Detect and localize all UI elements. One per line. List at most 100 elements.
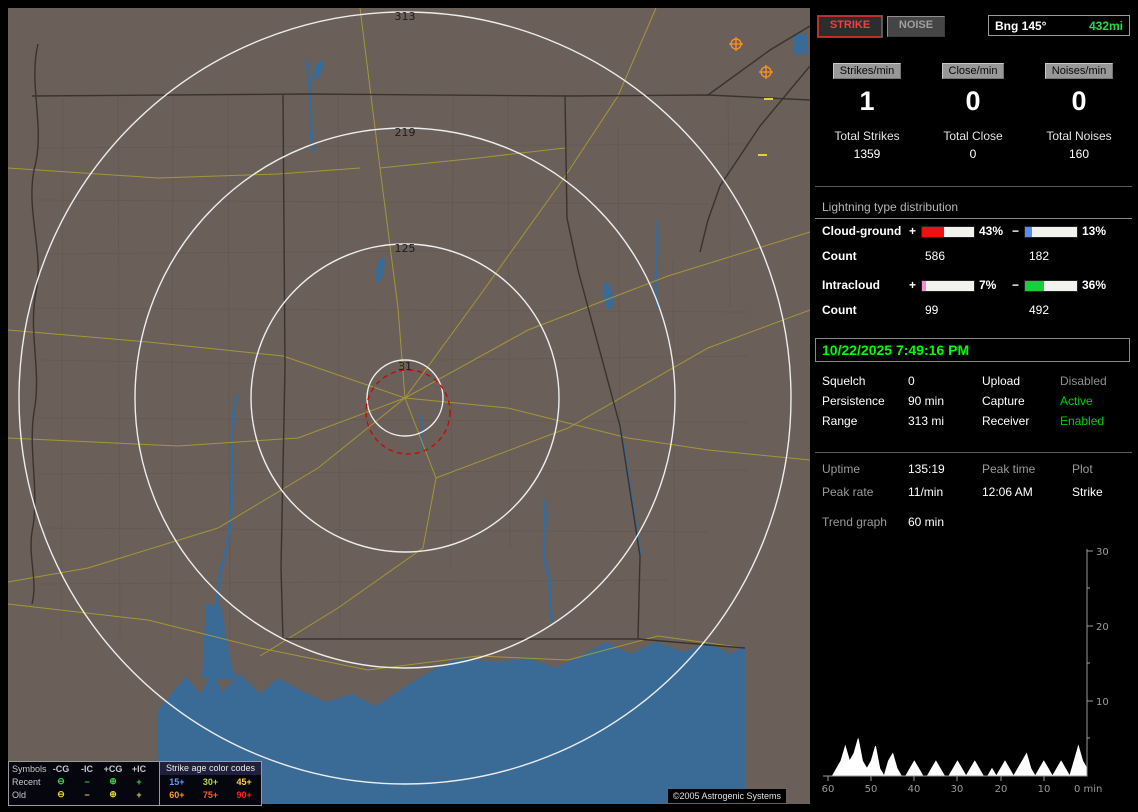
peak-rate-value: 11/min [908, 485, 943, 499]
upload-status: Disabled [1060, 374, 1107, 388]
recent-label: Recent [12, 777, 48, 787]
cg-minus-bar [1024, 226, 1078, 238]
age-15: 15+ [169, 777, 184, 787]
range-value: 313 mi [908, 414, 944, 428]
svg-text:20: 20 [995, 784, 1008, 795]
strike-mode-button[interactable]: STRIKE [818, 16, 882, 37]
ic-minus-count: 492 [1029, 303, 1049, 317]
section-divider [815, 186, 1132, 187]
ic-plus-count: 99 [925, 303, 938, 317]
ring-label-313: 313 [395, 10, 416, 23]
ic-plus-pct: 7% [979, 278, 996, 292]
recent-pos-ic-icon: + [126, 777, 152, 787]
strikes-per-min-value: 1 [815, 86, 919, 117]
map-legend: Symbols -CG -IC +CG +IC Recent ⊖ − ⊕ + O… [8, 761, 262, 806]
receiver-status: Enabled [1060, 414, 1104, 428]
old-pos-cg-icon: ⊕ [100, 789, 126, 800]
strikes-per-min-badge-col: Strikes/min [815, 63, 919, 79]
total-strikes-value: 1359 [815, 147, 919, 161]
total-close-label: Total Close [921, 129, 1025, 143]
strikes-per-min-badge[interactable]: Strikes/min [833, 63, 901, 79]
bearing-readout: Bng 145° 432mi [988, 15, 1130, 36]
section-divider [815, 452, 1132, 453]
cg-plus-pct: 43% [979, 224, 1003, 238]
recent-symbols-row: Recent ⊖ − ⊕ + [9, 775, 159, 788]
recent-neg-ic-icon: − [74, 777, 100, 787]
cg-minus-bar-fill [1025, 227, 1032, 237]
col-neg-cg: -CG [48, 764, 74, 774]
total-noises-value: 160 [1027, 147, 1131, 161]
svg-text:30: 30 [1096, 547, 1109, 558]
old-symbols-row: Old ⊖ − ⊕ + [9, 788, 159, 801]
upload-label: Upload [982, 374, 1020, 388]
trend-area-series [828, 739, 1087, 777]
chart-axes [823, 549, 1093, 781]
bearing-distance: 432mi [1089, 19, 1123, 33]
peak-rate-label: Peak rate [822, 485, 873, 499]
plot-label: Plot [1072, 462, 1093, 476]
ic-plus-bar [921, 280, 975, 292]
persistence-value: 90 min [908, 394, 944, 408]
status-panel: STRIKE NOISE Bng 145° 432mi Strikes/min … [815, 8, 1132, 804]
cloud-ground-label: Cloud-ground [822, 224, 901, 238]
symbols-header-row: Symbols -CG -IC +CG +IC [9, 762, 159, 775]
cg-plus-count: 586 [925, 249, 945, 263]
cg-minus-sign: − [1012, 224, 1019, 238]
receiver-label: Receiver [982, 414, 1029, 428]
ring-label-219: 219 [395, 126, 416, 139]
recent-ages-row: 15+ 30+ 45+ [160, 775, 261, 788]
chart-y-tick-labels: 30 20 10 [1096, 547, 1109, 708]
distribution-title: Lightning type distribution [815, 200, 1132, 219]
map-area[interactable]: 313 219 125 31 Symbols [8, 8, 810, 804]
age-color-legend: Strike age color codes 15+ 30+ 45+ 60+ 7… [159, 762, 261, 805]
svg-text:10: 10 [1038, 784, 1051, 795]
ic-minus-sign: − [1012, 278, 1019, 292]
age-60: 60+ [169, 790, 184, 800]
svg-text:30: 30 [951, 784, 964, 795]
age-75: 75+ [203, 790, 218, 800]
symbols-title: Symbols [12, 764, 48, 774]
symbols-legend: Symbols -CG -IC +CG +IC Recent ⊖ − ⊕ + O… [9, 762, 159, 805]
peak-time-label: Peak time [982, 462, 1035, 476]
col-pos-cg: +CG [100, 764, 126, 774]
old-pos-ic-icon: + [126, 790, 152, 800]
ic-count-label: Count [822, 303, 857, 317]
total-noises-label: Total Noises [1027, 129, 1131, 143]
col-neg-ic: -IC [74, 764, 100, 774]
trend-chart: 30 20 10 60 50 40 30 20 10 0 min [815, 536, 1132, 804]
persistence-label: Persistence [822, 394, 885, 408]
squelch-value: 0 [908, 374, 915, 388]
map-canvas[interactable]: 313 219 125 31 [8, 8, 810, 804]
age-30: 30+ [203, 777, 218, 787]
datetime-display: 10/22/2025 7:49:16 PM [815, 338, 1130, 362]
trend-graph-value: 60 min [908, 515, 944, 529]
cg-plus-sign: + [909, 224, 916, 238]
intracloud-label: Intracloud [822, 278, 880, 292]
close-per-min-badge[interactable]: Close/min [942, 63, 1005, 79]
ic-minus-pct: 36% [1082, 278, 1106, 292]
total-close-value: 0 [921, 147, 1025, 161]
svg-text:40: 40 [908, 784, 921, 795]
ic-plus-sign: + [909, 278, 916, 292]
noises-per-min-value: 0 [1027, 86, 1131, 117]
plot-value: Strike [1072, 485, 1103, 499]
cg-count-label: Count [822, 249, 857, 263]
age-legend-title: Strike age color codes [160, 762, 261, 775]
noise-mode-button[interactable]: NOISE [887, 16, 945, 37]
recent-neg-cg-icon: ⊖ [48, 776, 74, 787]
svg-text:10: 10 [1096, 697, 1109, 708]
cg-plus-bar [921, 226, 975, 238]
uptime-value: 135:19 [908, 462, 945, 476]
age-45: 45+ [237, 777, 252, 787]
noises-per-min-badge[interactable]: Noises/min [1045, 63, 1113, 79]
bearing-label: Bng 145° [995, 19, 1046, 33]
old-neg-ic-icon: − [74, 790, 100, 800]
old-label: Old [12, 790, 48, 800]
capture-label: Capture [982, 394, 1025, 408]
svg-text:0 min: 0 min [1074, 784, 1102, 795]
cg-minus-pct: 13% [1082, 224, 1106, 238]
ic-minus-bar [1024, 280, 1078, 292]
ic-plus-bar-fill [922, 281, 926, 291]
old-neg-cg-icon: ⊖ [48, 789, 74, 800]
noises-per-min-badge-col: Noises/min [1027, 63, 1131, 79]
